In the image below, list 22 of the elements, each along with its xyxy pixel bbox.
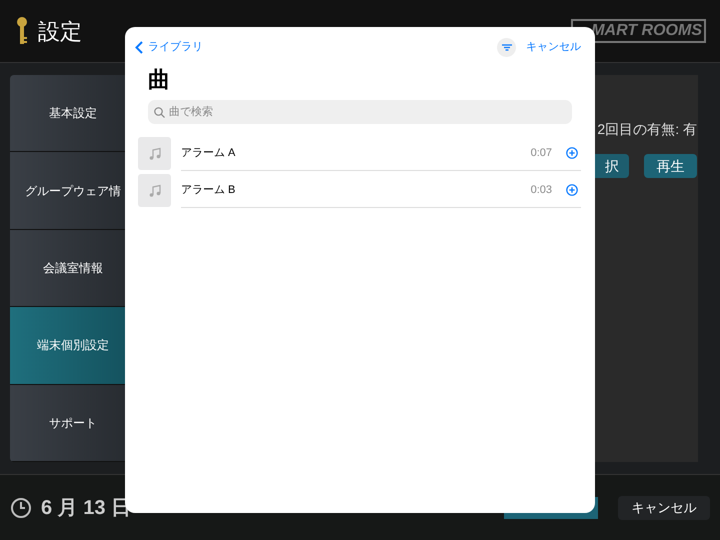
search-icon [154,106,165,118]
add-icon[interactable] [566,147,578,159]
sheet-title: 曲 [148,66,170,94]
song-title[interactable]: アラーム A [181,144,236,162]
song-duration: 0:07 [530,146,552,161]
back-icon [135,40,143,54]
add-icon[interactable] [566,184,578,196]
artwork-icon [138,174,171,207]
search-input[interactable]: 曲で検索 [169,104,566,120]
setting-text: 2回目の有無: 有 [597,120,697,139]
key-icon [16,17,28,45]
page-title: 設定 [38,18,82,46]
back-link[interactable]: ライブラリ [135,38,203,56]
filter-icon [502,44,512,50]
clock-icon [10,496,32,518]
cancel-button[interactable]: キャンセル [618,496,710,520]
filter-button[interactable] [497,38,516,56]
song-title[interactable]: アラーム B [181,182,236,198]
artwork-icon [138,137,171,170]
search-field[interactable]: 曲で検索 [148,100,572,124]
play-button[interactable]: 再生 [644,154,697,178]
song-duration: 0:03 [530,182,552,198]
